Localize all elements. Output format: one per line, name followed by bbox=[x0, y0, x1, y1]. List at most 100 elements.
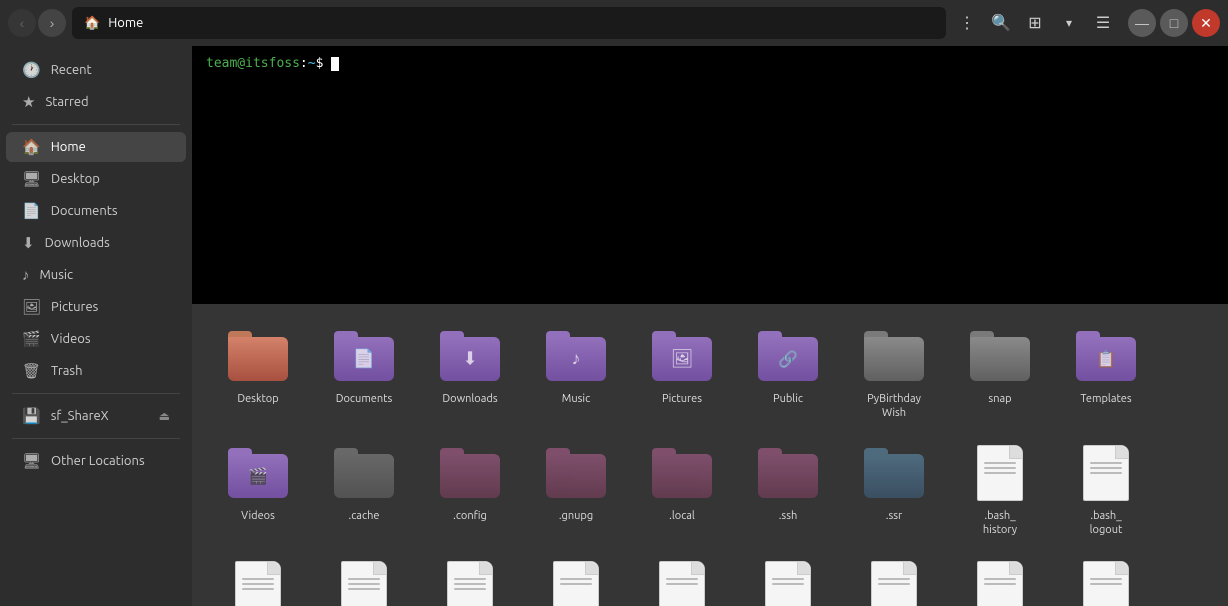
file-item-vbox3[interactable]: .vboxclient-draganddrop-tty2-c… bbox=[844, 549, 944, 606]
file-item-downloads[interactable]: ⬇ Downloads bbox=[420, 316, 520, 425]
doc-line bbox=[560, 578, 592, 580]
sidebar-item-downloads[interactable]: ⬇ Downloads bbox=[6, 228, 186, 258]
file-label: Public bbox=[773, 392, 803, 406]
sidebar-item-documents[interactable]: 📄 Documents bbox=[6, 196, 186, 226]
sidebar-item-sharex[interactable]: 💾 sf_ShareX ⏏ bbox=[6, 401, 186, 431]
sidebar-item-starred[interactable]: ★ Starred bbox=[6, 87, 186, 117]
sidebar-label-documents: Documents bbox=[51, 204, 118, 218]
doc-lines bbox=[984, 578, 1016, 588]
sidebar-item-desktop[interactable]: 🖥 Desktop bbox=[6, 164, 186, 194]
eject-icon[interactable]: ⏏ bbox=[159, 409, 170, 423]
file-item-snap[interactable]: snap bbox=[950, 316, 1050, 425]
file-icon-wrap bbox=[756, 557, 820, 606]
view-toggle-button[interactable]: ▾ bbox=[1054, 8, 1084, 38]
file-label: Downloads bbox=[442, 392, 497, 406]
folder-icon bbox=[864, 331, 924, 381]
file-item-videos[interactable]: 🎬 Videos bbox=[208, 433, 308, 542]
view-grid-button[interactable]: ⊞ bbox=[1020, 8, 1050, 38]
doc-line bbox=[454, 578, 486, 580]
sidebar-item-trash[interactable]: 🗑 Trash bbox=[6, 356, 186, 386]
folder-body: ♪ bbox=[546, 337, 606, 381]
file-item-vbox5[interactable]: .vboxclient-hostversion-tty2-con… bbox=[1056, 549, 1156, 606]
file-item-gnupg[interactable]: .gnupg bbox=[526, 433, 626, 542]
folder-inner-music-icon: ♪ bbox=[572, 349, 581, 370]
file-item-vbox4[interactable]: .vboxclient-dragandddrop-tty2-s… bbox=[950, 549, 1050, 606]
file-label: Pictures bbox=[662, 392, 702, 406]
doc-line bbox=[242, 588, 274, 590]
doc-line bbox=[878, 578, 910, 580]
doc-line bbox=[666, 578, 698, 580]
menu-button[interactable]: ⋮ bbox=[952, 8, 982, 38]
forward-button[interactable]: › bbox=[38, 9, 66, 37]
doc-line bbox=[878, 583, 910, 585]
file-item-desktop[interactable]: Desktop bbox=[208, 316, 308, 425]
file-item-sudo-admin[interactable]: .sudo_as_admin_successful bbox=[526, 549, 626, 606]
search-button[interactable]: 🔍 bbox=[986, 8, 1016, 38]
folder-icon-wrap bbox=[438, 441, 502, 505]
file-label: Templates bbox=[1080, 392, 1131, 406]
folder-body bbox=[334, 454, 394, 498]
file-item-templates[interactable]: 📋 Templates bbox=[1056, 316, 1156, 425]
doc-line bbox=[1090, 583, 1122, 585]
sidebar-item-pictures[interactable]: 🖼 Pictures bbox=[6, 292, 186, 322]
file-icon bbox=[553, 561, 599, 606]
nav-buttons: ‹ › bbox=[8, 9, 66, 37]
doc-line bbox=[984, 472, 1016, 474]
sidebar-item-home[interactable]: 🏠 Home bbox=[6, 132, 186, 162]
file-label: Documents bbox=[336, 392, 393, 406]
file-icon-wrap bbox=[226, 557, 290, 606]
doc-lines bbox=[348, 578, 380, 593]
folder-icon: 📋 bbox=[1076, 331, 1136, 381]
folder-icon-wrap: ♪ bbox=[544, 324, 608, 388]
sidebar-item-music[interactable]: ♪ Music bbox=[6, 260, 186, 290]
folder-inner-doc-icon: 📄 bbox=[353, 349, 375, 370]
sidebar-label-pictures: Pictures bbox=[51, 300, 98, 314]
file-item-lesshst[interactable]: .lesshst bbox=[314, 549, 414, 606]
titlebar: ‹ › 🏠 Home ⋮ 🔍 ⊞ ▾ ☰ — □ ✕ bbox=[0, 0, 1228, 46]
file-icon-wrap bbox=[332, 557, 396, 606]
file-item-local[interactable]: .local bbox=[632, 433, 732, 542]
other-locations-icon: 🖥 bbox=[22, 452, 41, 470]
maximize-button[interactable]: □ bbox=[1160, 9, 1188, 37]
window-controls: — □ ✕ bbox=[1128, 9, 1220, 37]
file-item-ssh[interactable]: .ssh bbox=[738, 433, 838, 542]
file-item-bash-history[interactable]: .bash_history bbox=[950, 433, 1050, 542]
folder-body: ⬇ bbox=[440, 337, 500, 381]
close-button[interactable]: ✕ bbox=[1192, 9, 1220, 37]
folder-icon-wrap bbox=[862, 324, 926, 388]
sidebar-item-other-locations[interactable]: 🖥 Other Locations bbox=[6, 446, 186, 476]
folder-icon-wrap bbox=[862, 441, 926, 505]
sidebar-item-recent[interactable]: 🕐 Recent bbox=[6, 55, 186, 85]
folder-icon: 🎬 bbox=[228, 448, 288, 498]
file-item-bashrc[interactable]: .bashrc bbox=[208, 549, 308, 606]
file-item-vbox2[interactable]: .vboxclient-clipboard-tty2-servi… bbox=[738, 549, 838, 606]
file-item-pictures[interactable]: 🖼 Pictures bbox=[632, 316, 732, 425]
doc-lines bbox=[454, 578, 486, 593]
downloads-icon: ⬇ bbox=[22, 234, 35, 252]
folder-inner-videos-icon: 🎬 bbox=[248, 466, 268, 485]
folder-icon-wrap bbox=[650, 441, 714, 505]
file-item-config[interactable]: .config bbox=[420, 433, 520, 542]
sidebar-item-videos[interactable]: 🎬 Videos bbox=[6, 324, 186, 354]
view-list-button[interactable]: ☰ bbox=[1088, 8, 1118, 38]
folder-icon: 🖼 bbox=[652, 331, 712, 381]
file-item-public[interactable]: 🔗 Public bbox=[738, 316, 838, 425]
file-item-profile[interactable]: .profile bbox=[420, 549, 520, 606]
sidebar-label-recent: Recent bbox=[51, 63, 92, 77]
minimize-button[interactable]: — bbox=[1128, 9, 1156, 37]
file-item-ssr[interactable]: .ssr bbox=[844, 433, 944, 542]
terminal-panel: team@itsfoss:~$ bbox=[192, 46, 1228, 304]
file-item-documents[interactable]: 📄 Documents bbox=[314, 316, 414, 425]
file-icon bbox=[1083, 445, 1129, 501]
path-bar[interactable]: 🏠 Home bbox=[72, 7, 946, 39]
file-item-bash-logout[interactable]: .bash_logout bbox=[1056, 433, 1156, 542]
doc-lines bbox=[1090, 578, 1122, 588]
folder-body: 🔗 bbox=[758, 337, 818, 381]
sidebar-label-trash: Trash bbox=[51, 364, 82, 378]
file-item-vbox1[interactable]: .vboxclient-clipboard-tty2-cont… bbox=[632, 549, 732, 606]
folder-inner-pics-icon: 🖼 bbox=[671, 349, 694, 370]
file-item-cache[interactable]: .cache bbox=[314, 433, 414, 542]
file-item-music[interactable]: ♪ Music bbox=[526, 316, 626, 425]
back-button[interactable]: ‹ bbox=[8, 9, 36, 37]
file-item-pybirthday[interactable]: PyBirthdayWish bbox=[844, 316, 944, 425]
